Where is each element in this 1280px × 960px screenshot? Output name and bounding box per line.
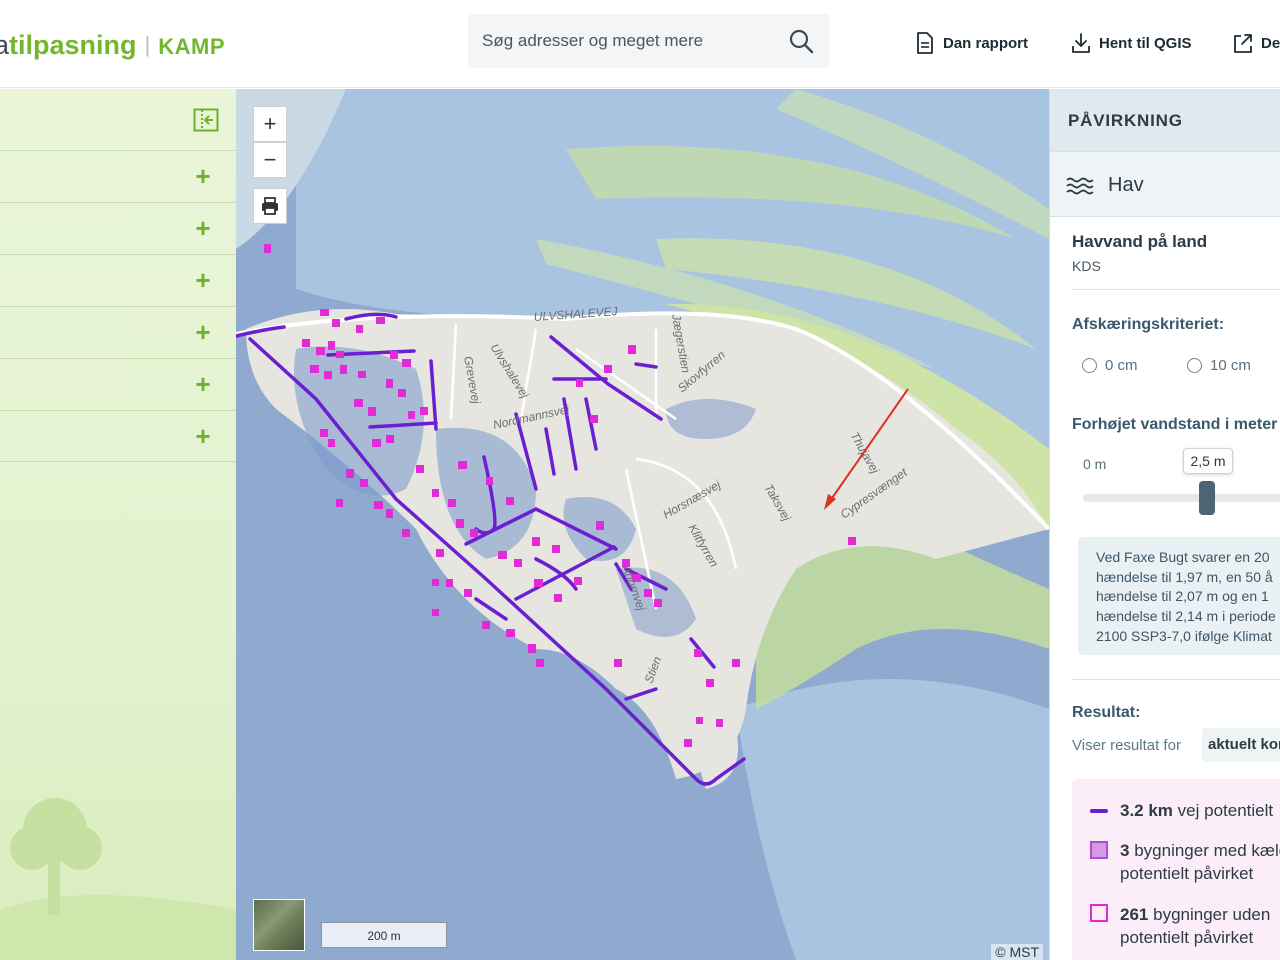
qgis-button-label: Hent til QGIS [1099, 34, 1192, 52]
legend-roads: 3.2 km vej potentielt [1120, 799, 1273, 822]
logo-separator: | [144, 32, 151, 57]
share-button-label: Del [1261, 34, 1280, 52]
radio-10cm[interactable]: 10 cm [1187, 357, 1251, 374]
result-legend: 3.2 km vej potentielt 3 bygninger med kæ… [1072, 779, 1280, 960]
sidebar-row-4[interactable]: + [0, 306, 236, 358]
tree-illustration [0, 798, 236, 960]
search-icon[interactable] [788, 28, 814, 54]
expand-plus-icon[interactable]: + [192, 423, 214, 449]
water-level-slider[interactable] [1083, 494, 1280, 502]
sidebar-row-1[interactable]: + [0, 150, 236, 202]
radio-label: 0 cm [1105, 357, 1138, 374]
buildings-no-basement-text: bygninger uden [1153, 905, 1271, 924]
panel-title: PÅVIRKNING [1068, 111, 1183, 130]
logo-prefix: a [0, 30, 10, 60]
zoom-out-button[interactable]: − [253, 142, 287, 178]
legend-buildings-basement: 3 bygninger med kæld potentielt påvirket [1120, 839, 1280, 885]
radio-circle[interactable] [1082, 358, 1097, 373]
category-row[interactable]: Hav [1050, 151, 1280, 217]
report-button-label: Dan rapport [943, 34, 1029, 52]
buildings-basement-text: bygninger med kæld [1134, 841, 1280, 860]
panel-header: PÅVIRKNING [1050, 89, 1280, 151]
category-label: Hav [1108, 174, 1144, 196]
info-line: 2100 SSP3-7,0 ifølge Klimat [1096, 627, 1272, 644]
slider-min-label: 0 m [1083, 456, 1107, 472]
sidebar-row-5[interactable]: + [0, 358, 236, 410]
buildings-basement-text2: potentielt påvirket [1120, 864, 1254, 883]
qgis-button[interactable]: Hent til QGIS [1071, 30, 1192, 56]
search-input[interactable] [468, 14, 778, 68]
expand-plus-icon[interactable]: + [192, 267, 214, 293]
document-icon [917, 32, 933, 54]
result-scope-select[interactable]: aktuelt kort [1202, 728, 1280, 762]
radio-circle[interactable] [1187, 358, 1202, 373]
sidebar-row-2[interactable]: + [0, 202, 236, 254]
sidebar-row-6[interactable]: + [0, 410, 236, 462]
report-button[interactable]: Dan rapport [915, 30, 1028, 56]
basemap-switcher[interactable] [253, 899, 305, 951]
radio-label: 10 cm [1210, 357, 1251, 374]
logo-product: KAMP [158, 34, 226, 59]
slider-handle[interactable] [1199, 481, 1215, 515]
map-canvas[interactable]: ULVSHALEVEJ Ulvshalevej Grevevej Skovfyr… [236, 89, 1049, 960]
radio-0cm[interactable]: 0 cm [1082, 357, 1138, 374]
left-sidebar: + + + + + + [0, 89, 236, 960]
water-level-title: Forhøjet vandstand i meter [1072, 416, 1278, 433]
cutoff-title: Afskæringskriteriet: [1072, 316, 1225, 333]
right-panel: PÅVIRKNING Hav Havvand på land KDS Afskæ… [1049, 89, 1280, 960]
expand-plus-icon[interactable]: + [192, 371, 214, 397]
buildings-basement-value: 3 [1120, 841, 1130, 860]
app-header: atilpasning | KAMP Dan rapport Hent til QG… [0, 0, 1280, 88]
info-line: hændelse til 1,97 m, en 50 å [1096, 568, 1273, 585]
expand-plus-icon[interactable]: + [192, 163, 214, 189]
divider [1072, 289, 1280, 290]
slider-value-tooltip: 2,5 m [1183, 448, 1233, 474]
roads-text: vej potentielt [1177, 801, 1274, 820]
zoom-in-icon: + [263, 111, 277, 136]
layer-title: Havvand på land [1072, 232, 1208, 251]
buildings-no-basement-text2: potentielt påvirket [1120, 928, 1254, 947]
collapse-panel-icon[interactable] [193, 108, 219, 132]
search-box [468, 14, 830, 68]
info-line: hændelse til 2,14 m i periode [1096, 608, 1276, 625]
result-scope-label: Viser resultat for [1072, 737, 1181, 754]
scale-bar: 200 m [321, 922, 447, 948]
share-button[interactable]: Del [1233, 30, 1280, 56]
zoom-in-button[interactable]: + [253, 106, 287, 142]
legend-buildings-no-basement: 261 bygninger uden potentielt påvirket [1120, 903, 1270, 949]
result-title: Resultat: [1072, 704, 1141, 721]
roads-value: 3.2 km [1120, 801, 1173, 820]
building-no-basement-swatch [1090, 904, 1108, 922]
waves-icon [1066, 177, 1094, 195]
expand-plus-icon[interactable]: + [192, 215, 214, 241]
divider [1072, 679, 1280, 680]
print-icon [262, 197, 278, 215]
info-line: hændelse til 2,07 m og en 1 [1096, 588, 1269, 605]
print-button[interactable] [253, 188, 287, 224]
download-icon [1072, 33, 1090, 53]
map-attribution[interactable]: © MST [991, 944, 1043, 960]
layer-source: KDS [1072, 258, 1101, 274]
building-basement-swatch [1090, 841, 1108, 859]
info-box: Ved Faxe Bugt svarer en 20 hændelse til … [1078, 537, 1280, 655]
zoom-out-icon: − [263, 147, 277, 172]
expand-plus-icon[interactable]: + [192, 319, 214, 345]
share-icon [1234, 34, 1252, 53]
app-logo[interactable]: atilpasning | KAMP [0, 30, 225, 61]
info-line: Ved Faxe Bugt svarer en 20 [1096, 549, 1270, 565]
road-line-swatch [1090, 809, 1108, 813]
sidebar-row-3[interactable]: + [0, 254, 236, 306]
logo-main: tilpasning [9, 30, 137, 60]
buildings-no-basement-value: 261 [1120, 905, 1149, 924]
map-view[interactable]: ULVSHALEVEJ Ulvshalevej Grevevej Skovfyr… [236, 89, 1049, 960]
